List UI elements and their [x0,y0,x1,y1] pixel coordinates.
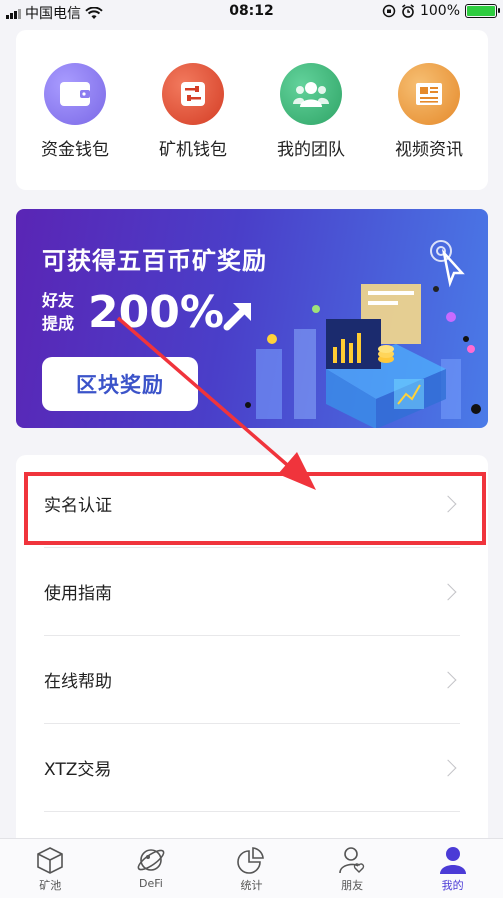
quick-actions-card: 资金钱包 矿机钱包 我的团队 视频资讯 [16,30,488,190]
quick-action-label: 资金钱包 [41,140,109,160]
banner-title: 可获得五百币矿奖励 [42,247,267,275]
friend-icon [339,847,365,874]
menu-item-label: 使用指南 [44,584,112,604]
tab-label: 矿池 [39,879,62,892]
status-bar: 中国电信 08:12 100% [0,0,503,24]
banner-subtitle: 好友 提成 [42,289,82,335]
menu-item-label: XTZ交易 [44,760,112,780]
tab-label: 我的 [441,879,464,892]
menu-item-user-guide[interactable]: 使用指南 [44,548,460,636]
tab-label: DeFi [138,877,163,890]
quick-action-label: 我的团队 [277,140,345,160]
battery-icon [465,4,500,18]
alarm-icon [401,4,414,18]
tab-defi[interactable]: DeFi [101,839,202,898]
wallet-icon [44,63,106,125]
news-icon [398,63,460,125]
banner-subtitle-line2: 提成 [42,314,75,333]
battery-percent: 100% [419,3,460,19]
planet-icon [137,849,165,871]
chevron-right-icon [439,759,457,776]
chevron-right-icon [439,671,457,688]
quick-action-video-news[interactable]: 视频资讯 [379,63,479,190]
annotation-highlight-box [24,472,486,545]
blockchain-illustration [245,240,481,428]
banner-percent: 200% [88,287,224,338]
menu-item-xtz-trade[interactable]: XTZ交易 [44,724,460,812]
pie-chart-icon [237,847,265,874]
tab-label: 统计 [240,879,263,892]
tab-label: 朋友 [341,879,364,892]
team-icon [280,63,342,125]
menu-item-online-help[interactable]: 在线帮助 [44,636,460,724]
pointer-icon [430,240,465,288]
tab-mine[interactable]: 我的 [402,839,503,898]
tab-statistics[interactable]: 统计 [201,839,302,898]
quick-action-fund-wallet[interactable]: 资金钱包 [25,63,125,190]
quick-action-miner-wallet[interactable]: 矿机钱包 [143,63,243,190]
quick-action-label: 矿机钱包 [159,140,227,160]
promo-banner[interactable]: 可获得五百币矿奖励 好友 提成 200% 区块奖励 [16,209,488,428]
orientation-lock-icon [382,4,396,18]
tab-mining-pool[interactable]: 矿池 [0,839,101,898]
quick-action-my-team[interactable]: 我的团队 [261,63,361,190]
chevron-right-icon [439,583,457,600]
bottom-tab-bar: 矿池 DeFi 统计 朋友 我的 [0,838,503,898]
sliders-icon [162,63,224,125]
tab-friends[interactable]: 朋友 [302,839,403,898]
quick-action-label: 视频资讯 [395,140,463,160]
block-reward-button[interactable]: 区块奖励 [42,357,198,411]
cube-icon [37,847,64,874]
menu-item-label: 在线帮助 [44,672,112,692]
person-icon [439,847,466,874]
banner-subtitle-line1: 好友 [42,291,75,310]
